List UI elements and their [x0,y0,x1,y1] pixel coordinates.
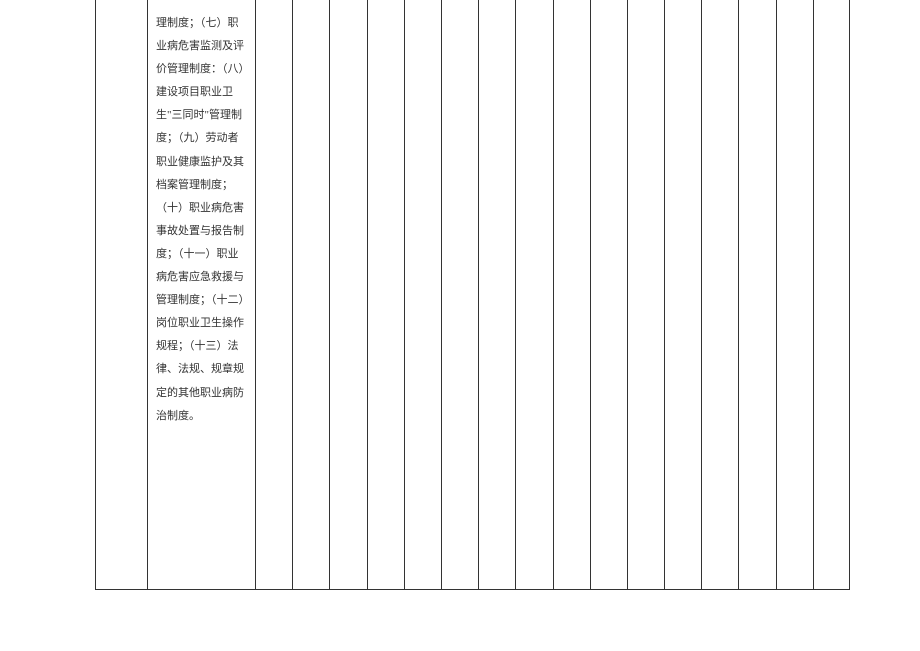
col-main-text: 理制度；（七）职业病危害监测及评价管理制度：（八）建设项目职业卫生"三同时"管理… [147,0,255,589]
col-15 [701,0,738,589]
col-6 [367,0,404,589]
col-3 [255,0,292,589]
col-5 [329,0,366,589]
col-9 [478,0,515,589]
col-12 [590,0,627,589]
document-table: 理制度；（七）职业病危害监测及评价管理制度：（八）建设项目职业卫生"三同时"管理… [95,0,850,590]
col-1 [95,0,147,589]
col-11 [553,0,590,589]
regulation-text: 理制度；（七）职业病危害监测及评价管理制度：（八）建设项目职业卫生"三同时"管理… [156,12,247,428]
col-8 [441,0,478,589]
col-13 [627,0,664,589]
col-18 [813,0,850,589]
col-16 [738,0,775,589]
table-row: 理制度；（七）职业病危害监测及评价管理制度：（八）建设项目职业卫生"三同时"管理… [95,0,850,590]
col-7 [404,0,441,589]
col-4 [292,0,329,589]
col-17 [776,0,813,589]
col-14 [664,0,701,589]
col-10 [515,0,552,589]
